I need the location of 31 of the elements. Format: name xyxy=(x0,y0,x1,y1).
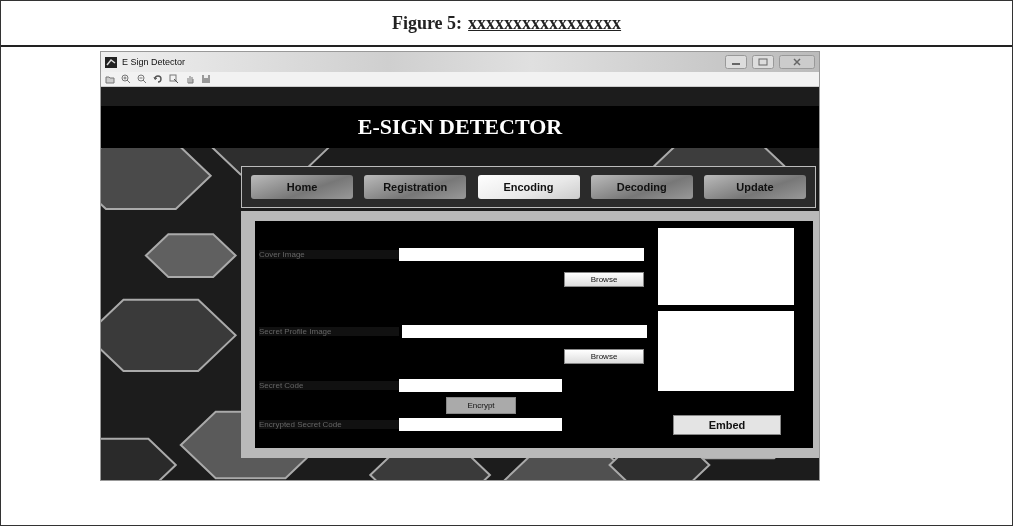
nav-tab[interactable]: Home xyxy=(251,175,353,199)
browse-button[interactable]: Browse xyxy=(564,272,644,287)
embed-button[interactable]: Embed xyxy=(673,415,781,435)
encrypt-button[interactable]: Encrypt xyxy=(446,397,516,414)
browse-button[interactable]: Browse xyxy=(564,349,644,364)
close-icon[interactable] xyxy=(779,55,815,69)
app-title-banner: E-SIGN DETECTOR xyxy=(101,106,819,148)
hand-icon[interactable] xyxy=(185,74,195,84)
field-label: Encrypted Secret Code xyxy=(259,419,399,429)
window-title: E Sign Detector xyxy=(122,57,187,67)
cursor-icon[interactable] xyxy=(169,74,179,84)
field-label: Cover Image xyxy=(259,249,399,259)
save-icon[interactable] xyxy=(201,74,211,84)
nav-tab[interactable]: Registration xyxy=(364,175,467,199)
field-label: Secret Code xyxy=(259,380,399,390)
text-field[interactable] xyxy=(399,378,562,392)
text-field[interactable] xyxy=(399,417,562,431)
minimize-icon[interactable] xyxy=(725,55,747,69)
figure-title: xxxxxxxxxxxxxxxxx xyxy=(468,12,622,34)
app-icon xyxy=(105,56,117,68)
nav-tab[interactable]: Encoding xyxy=(477,175,580,199)
folder-icon[interactable] xyxy=(105,74,115,84)
nav-tab[interactable]: Decoding xyxy=(590,175,693,199)
zoom-out-icon[interactable] xyxy=(137,74,147,84)
text-field[interactable] xyxy=(399,247,644,261)
nav-tab[interactable]: Update xyxy=(704,175,806,199)
rotate-icon[interactable] xyxy=(153,74,163,84)
text-field[interactable] xyxy=(402,324,647,338)
zoom-in-icon[interactable] xyxy=(121,74,131,84)
figure-label: Figure 5: xyxy=(391,12,463,34)
field-label: Secret Profile Image xyxy=(259,326,399,336)
